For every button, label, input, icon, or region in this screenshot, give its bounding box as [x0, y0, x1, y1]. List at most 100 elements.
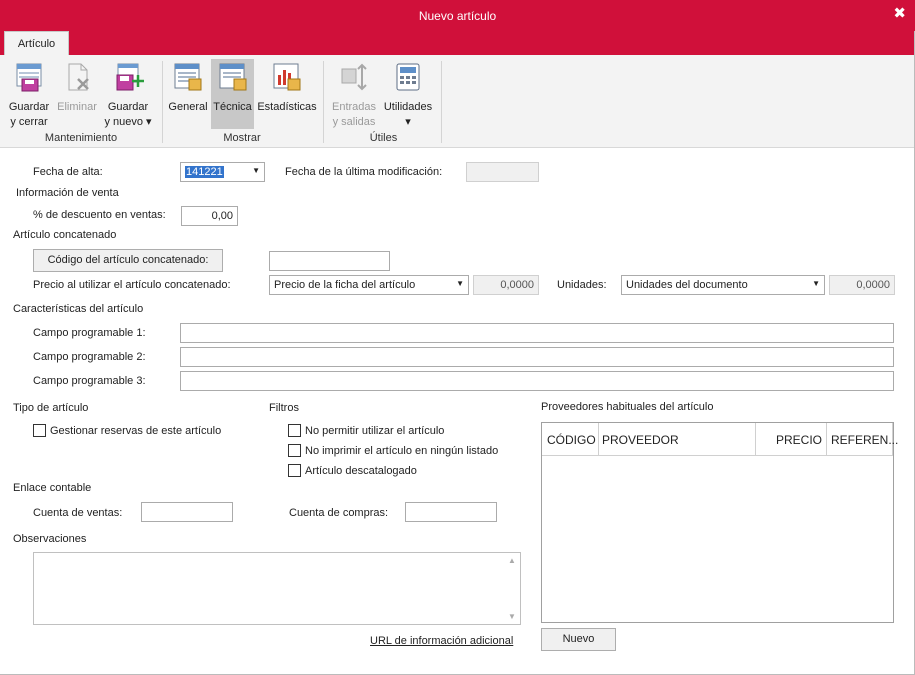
utilities-label1: Utilidades	[383, 101, 433, 113]
concat-code-button[interactable]: Código del artículo concatenado:	[33, 249, 223, 272]
proveedores-heading: Proveedores habituales del artículo	[541, 401, 714, 413]
info-venta-heading: Información de venta	[16, 187, 119, 199]
delete-button[interactable]: Eliminar	[54, 61, 100, 127]
filtro3-label: Artículo descatalogado	[305, 465, 417, 477]
ribbon-separator	[323, 61, 324, 143]
general-label: General	[168, 101, 208, 113]
campo1-label: Campo programable 1:	[33, 327, 146, 339]
concat-heading: Artículo concatenado	[13, 229, 117, 241]
statistics-label: Estadísticas	[257, 101, 317, 113]
save-new-label1: Guardar	[107, 101, 149, 113]
fecha-mod-field	[466, 162, 539, 182]
utilities-button[interactable]: Utilidades ▾	[380, 61, 436, 128]
filtro2-label: No imprimir el artículo en ningún listad…	[305, 445, 499, 457]
reservas-checkbox[interactable]: Gestionar reservas de este artículo	[33, 424, 221, 437]
filtro-no-imprimir-checkbox[interactable]: No imprimir el artículo en ningún listad…	[288, 444, 498, 457]
unidades-select-value: Unidades del documento	[626, 279, 748, 291]
statistics-icon	[273, 63, 301, 91]
campo3-label: Campo programable 3:	[33, 375, 146, 387]
campo1-field[interactable]	[180, 323, 894, 343]
close-icon[interactable]: ✖	[893, 4, 906, 22]
chevron-down-icon[interactable]: ▼	[456, 279, 464, 288]
tipo-heading: Tipo de artículo	[13, 402, 89, 414]
calculator-icon	[396, 63, 420, 91]
save-close-button[interactable]: Guardar y cerrar	[6, 61, 52, 128]
checkbox-box[interactable]	[288, 464, 301, 477]
concat-code-field[interactable]	[269, 251, 390, 271]
fecha-mod-label: Fecha de la última modificación:	[285, 166, 443, 178]
save-close-icon	[16, 63, 42, 92]
proveedores-grid[interactable]: CÓDIGO PROVEEDOR PRECIO REFEREN...	[541, 422, 898, 623]
delete-icon	[68, 63, 89, 91]
descuento-field[interactable]: 0,00	[181, 206, 238, 226]
fecha-alta-value: 141221	[185, 166, 224, 178]
group-utiles: Útiles	[369, 132, 398, 144]
technical-button[interactable]: Técnica	[211, 59, 254, 129]
fecha-alta-picker[interactable]: 141221 ▼	[180, 162, 265, 182]
precio-select[interactable]: Precio de la ficha del artículo ▼	[269, 275, 469, 295]
chevron-down-icon[interactable]: ▼	[812, 279, 820, 288]
save-new-icon	[116, 63, 144, 91]
general-view-icon	[174, 63, 202, 91]
general-button[interactable]: General	[166, 61, 210, 127]
checkbox-box[interactable]	[288, 444, 301, 457]
checkbox-box[interactable]	[288, 424, 301, 437]
grid-header-codigo[interactable]: CÓDIGO	[542, 423, 599, 456]
technical-view-icon	[219, 63, 246, 91]
ribbon: Guardar y cerrar Eliminar Guardar y nuev…	[0, 55, 915, 148]
in-out-label1: Entradas	[331, 101, 377, 113]
checkbox-box[interactable]	[33, 424, 46, 437]
in-out-icon	[341, 63, 367, 91]
unidades-select[interactable]: Unidades del documento ▼	[621, 275, 825, 295]
tab-articulo[interactable]: Artículo	[4, 31, 69, 55]
scrollbar[interactable]: ▲ ▼	[504, 553, 520, 624]
in-out-button[interactable]: Entradas y salidas	[329, 61, 379, 128]
reservas-label: Gestionar reservas de este artículo	[50, 425, 222, 437]
unidades-value-field: 0,0000	[829, 275, 895, 295]
filtros-heading: Filtros	[269, 402, 299, 414]
campo2-field[interactable]	[180, 347, 894, 367]
utilities-label2: ▾	[405, 116, 411, 128]
technical-label: Técnica	[213, 101, 252, 113]
descuento-label: % de descuento en ventas:	[33, 209, 166, 221]
statistics-button[interactable]: Estadísticas	[256, 61, 318, 127]
save-new-label2: y nuevo ▾	[104, 116, 152, 128]
grid-header-referencia[interactable]: REFEREN...	[827, 423, 898, 456]
title-bar: Nuevo artículo ✖	[0, 0, 915, 31]
cuenta-ventas-label: Cuenta de ventas:	[33, 507, 123, 519]
grid-header-precio[interactable]: PRECIO	[756, 423, 827, 456]
save-close-label1: Guardar	[8, 101, 50, 113]
cuenta-compras-field[interactable]	[405, 502, 497, 522]
cuenta-compras-label: Cuenta de compras:	[289, 507, 389, 519]
group-mostrar: Mostrar	[223, 132, 261, 144]
campo3-field[interactable]	[180, 371, 894, 391]
observaciones-heading: Observaciones	[13, 533, 87, 545]
delete-label1: Eliminar	[57, 101, 97, 113]
cuenta-ventas-field[interactable]	[141, 502, 233, 522]
ribbon-separator	[162, 61, 163, 143]
campo2-label: Campo programable 2:	[33, 351, 146, 363]
caracteristicas-heading: Características del artículo	[13, 303, 144, 315]
grid-header-proveedor[interactable]: PROVEEDOR	[599, 423, 756, 456]
url-info-link[interactable]: URL de información adicional	[370, 635, 513, 647]
nuevo-proveedor-button[interactable]: Nuevo	[541, 628, 616, 651]
observaciones-textarea[interactable]: ▲ ▼	[33, 552, 521, 625]
in-out-label2: y salidas	[332, 116, 376, 128]
filtro-no-permitir-checkbox[interactable]: No permitir utilizar el artículo	[288, 424, 444, 437]
filtro1-label: No permitir utilizar el artículo	[305, 425, 445, 437]
window-title: Nuevo artículo	[418, 9, 497, 23]
precio-select-value: Precio de la ficha del artículo	[274, 279, 416, 291]
save-close-label2: y cerrar	[10, 116, 48, 128]
precio-label: Precio al utilizar el artículo concatena…	[33, 279, 231, 291]
precio-value-field: 0,0000	[473, 275, 539, 295]
chevron-down-icon[interactable]: ▼	[252, 166, 260, 175]
save-new-button[interactable]: Guardar y nuevo ▾	[102, 61, 154, 128]
unidades-label: Unidades:	[557, 279, 607, 291]
scroll-up-icon[interactable]: ▲	[508, 556, 516, 565]
group-mantenimiento: Mantenimiento	[44, 132, 118, 144]
scroll-down-icon[interactable]: ▼	[508, 612, 516, 621]
ribbon-separator	[441, 61, 442, 143]
filtro-descatalogado-checkbox[interactable]: Artículo descatalogado	[288, 464, 417, 477]
fecha-alta-label: Fecha de alta:	[33, 166, 103, 178]
tab-strip: Artículo	[0, 31, 915, 55]
